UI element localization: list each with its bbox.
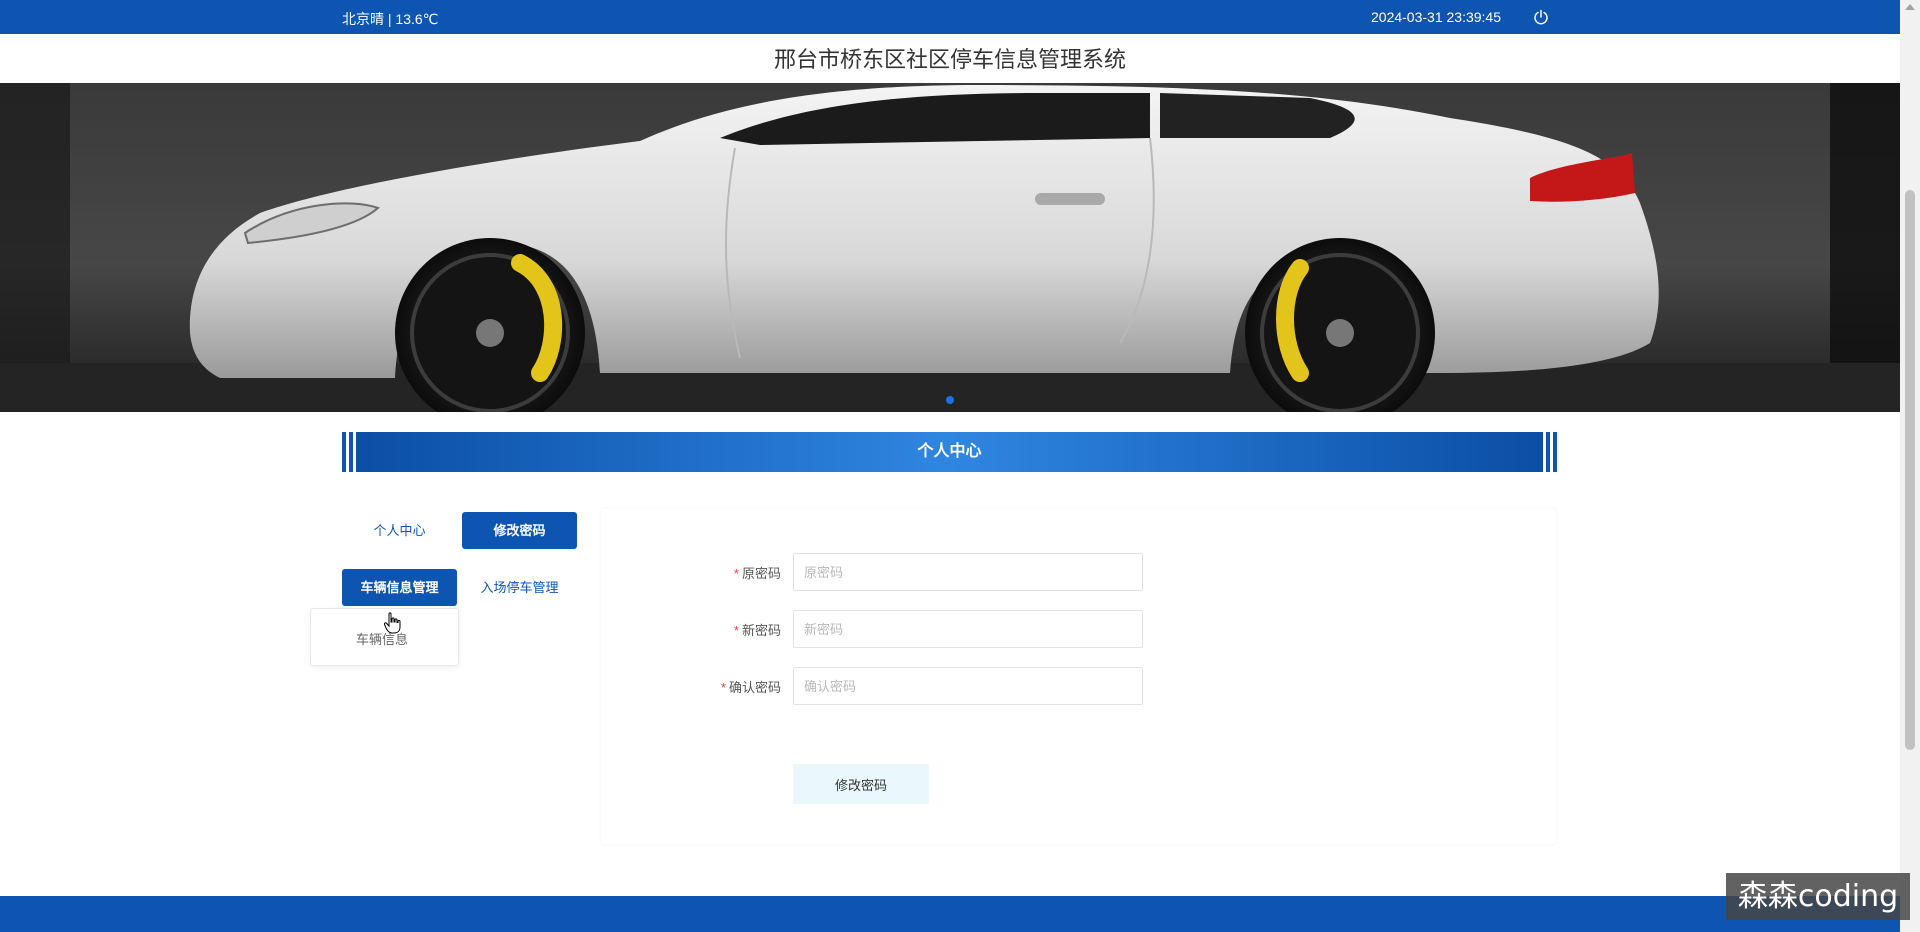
- scrollbar-thumb[interactable]: [1905, 190, 1915, 750]
- menu-personal-center[interactable]: 个人中心: [342, 512, 457, 549]
- form-row-confirm-password: * 确认密码: [601, 667, 1556, 705]
- banner-carousel[interactable]: [0, 83, 1900, 412]
- scroll-up-arrow-icon[interactable]: [1905, 4, 1915, 10]
- hand-cursor-icon: [384, 612, 401, 634]
- menu-vehicle-info-management[interactable]: 车辆信息管理: [342, 569, 457, 606]
- form-row-new-password: * 新密码: [601, 610, 1556, 648]
- power-icon[interactable]: [1533, 9, 1549, 25]
- carousel-indicator-dot[interactable]: [946, 396, 954, 404]
- confirm-password-label: * 确认密码: [720, 680, 781, 695]
- footer-bar: [0, 896, 1900, 932]
- page-scrollbar[interactable]: [1900, 0, 1920, 932]
- section-header-left-edge: [342, 432, 346, 472]
- old-password-input[interactable]: [793, 553, 1143, 591]
- section-header-right-edge-2: [1553, 432, 1557, 472]
- banner-car-image: [0, 83, 1900, 412]
- old-password-label: * 原密码: [733, 566, 781, 581]
- change-password-form: * 原密码 * 新密码 * 确认密码 修改密码: [601, 509, 1556, 844]
- change-password-submit-button[interactable]: 修改密码: [793, 764, 929, 804]
- top-bar: 北京晴 | 13.6℃ 2024-03-31 23:39:45: [0, 0, 1900, 34]
- section-title: 个人中心: [356, 432, 1543, 472]
- form-row-old-password: * 原密码: [601, 553, 1556, 591]
- site-title: 邢台市桥东区社区停车信息管理系统: [773, 47, 1126, 72]
- menu-entry-parking-management[interactable]: 入场停车管理: [462, 569, 577, 606]
- section-header-right-edge: [1546, 432, 1550, 472]
- section-header: 个人中心: [342, 432, 1557, 472]
- watermark: 森森coding: [1726, 873, 1910, 920]
- datetime-text: 2024-03-31 23:39:45: [1371, 9, 1501, 25]
- menu-change-password[interactable]: 修改密码: [462, 512, 577, 549]
- weather-text: 北京晴 | 13.6℃: [342, 11, 439, 27]
- section-header-left-edge-2: [349, 432, 353, 472]
- new-password-input[interactable]: [793, 610, 1143, 648]
- confirm-password-input[interactable]: [793, 667, 1143, 705]
- new-password-label: * 新密码: [733, 623, 781, 638]
